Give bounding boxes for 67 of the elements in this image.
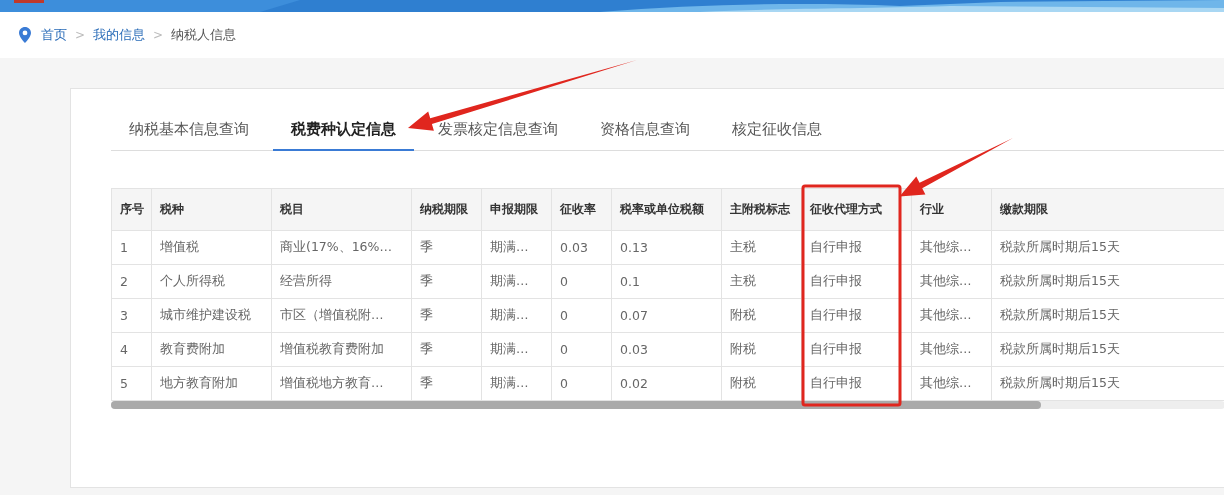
table-cell: 0 [551, 298, 612, 333]
breadcrumb-current: 纳税人信息 [171, 26, 237, 44]
table-cell: 0.03 [611, 332, 722, 367]
table-cell: 1 [111, 230, 152, 265]
table-cell: 5 [111, 366, 152, 401]
breadcrumb-link[interactable]: 我的信息 [93, 26, 146, 44]
table-cell: 季 [411, 264, 482, 299]
table-cell: 0.13 [611, 230, 722, 265]
table-cell: 附税 [721, 332, 802, 367]
column-header: 主附税标志 [721, 188, 802, 231]
table-cell: 季 [411, 332, 482, 367]
table-cell: 其他综… [911, 230, 992, 265]
column-header: 税率或单位税额 [611, 188, 722, 231]
location-pin-icon [19, 27, 31, 43]
tab[interactable]: 核定征收信息 [714, 109, 840, 151]
table-cell: 商业(17%、16%… [271, 230, 412, 265]
table-cell: 期满… [481, 230, 552, 265]
tab[interactable]: 发票核定信息查询 [420, 109, 576, 151]
column-header: 序号 [111, 188, 152, 231]
table-cell: 附税 [721, 366, 802, 401]
table-cell: 期满… [481, 366, 552, 401]
table-cell: 0.03 [551, 230, 612, 265]
table-cell: 4 [111, 332, 152, 367]
table-cell: 教育费附加 [151, 332, 272, 367]
breadcrumb-separator: > [75, 28, 86, 42]
column-header: 纳税期限 [411, 188, 482, 231]
table-cell: 0 [551, 332, 612, 367]
table-cell: 增值税地方教育… [271, 366, 412, 401]
table-cell: 期满… [481, 332, 552, 367]
breadcrumb-link[interactable]: 首页 [41, 26, 67, 44]
table-cell: 市区（增值税附… [271, 298, 412, 333]
table-cell: 主税 [721, 264, 802, 299]
table-cell: 0.1 [611, 264, 722, 299]
table-cell: 其他综… [911, 366, 992, 401]
table-cell: 3 [111, 298, 152, 333]
column-header: 税目 [271, 188, 412, 231]
table-cell: 地方教育附加 [151, 366, 272, 401]
table-cell: 0 [551, 264, 612, 299]
tab[interactable]: 纳税基本信息查询 [111, 109, 267, 151]
tab[interactable]: 税费种认定信息 [273, 109, 414, 151]
table-cell: 增值税教育费附加 [271, 332, 412, 367]
table-cell: 季 [411, 298, 482, 333]
table-cell: 附税 [721, 298, 802, 333]
table-cell: 季 [411, 366, 482, 401]
table-cell: 主税 [721, 230, 802, 265]
breadcrumb-separator: > [153, 28, 164, 42]
column-header: 征收率 [551, 188, 612, 231]
table-cell: 0.02 [611, 366, 722, 401]
table-cell: 0.07 [611, 298, 722, 333]
table-cell: 季 [411, 230, 482, 265]
column-header: 申报期限 [481, 188, 552, 231]
table-cell: 经营所得 [271, 264, 412, 299]
table-cell: 个人所得税 [151, 264, 272, 299]
table-cell: 城市维护建设税 [151, 298, 272, 333]
column-header: 税种 [151, 188, 272, 231]
tab[interactable]: 资格信息查询 [582, 109, 708, 151]
column-header: 行业 [911, 188, 992, 231]
table-cell: 其他综… [911, 298, 992, 333]
table-cell: 2 [111, 264, 152, 299]
scrollbar-thumb[interactable] [111, 401, 1041, 409]
table-cell: 其他综… [911, 332, 992, 367]
table-cell: 期满… [481, 298, 552, 333]
table-cell: 期满… [481, 264, 552, 299]
column-header: 缴款期限 [991, 188, 1224, 231]
table-cell: 其他综… [911, 264, 992, 299]
table-cell: 增值税 [151, 230, 272, 265]
table-cell: 0 [551, 366, 612, 401]
